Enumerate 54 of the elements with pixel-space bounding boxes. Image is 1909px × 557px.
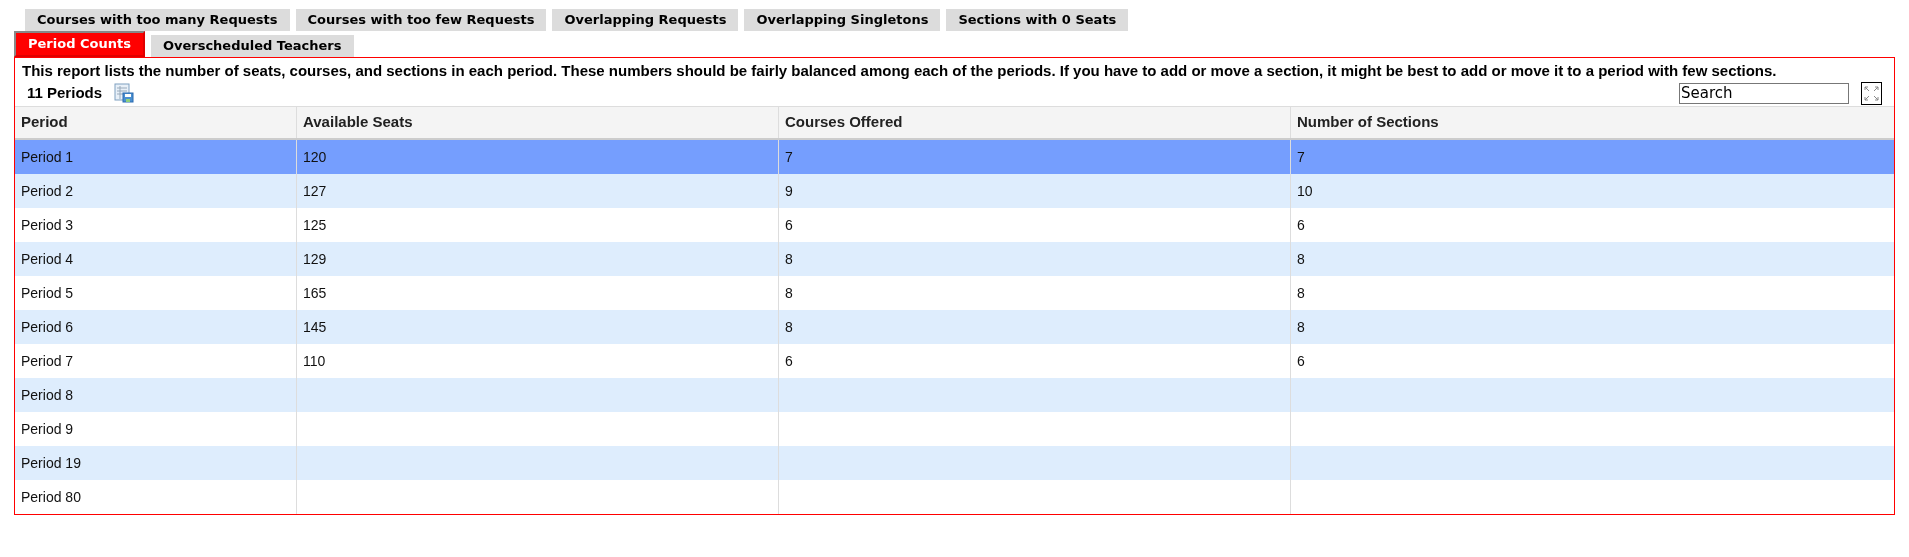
table-cell-text: Period 6: [21, 317, 74, 337]
table-row[interactable]: Period 1 120 7 7: [15, 140, 1894, 174]
table-row[interactable]: Period 6 145 8 8: [15, 310, 1894, 344]
period-count: 11 Periods: [27, 82, 103, 103]
table-cell-text: 8: [785, 249, 793, 269]
table-cell-text: 8: [1297, 249, 1305, 269]
table-row[interactable]: Period 4 129 8 8: [15, 242, 1894, 276]
report-tab[interactable]: Period Counts: [14, 31, 145, 57]
table-cell-text: 7: [785, 147, 793, 167]
report-tab[interactable]: Overlapping Requests: [552, 9, 739, 31]
table-cell-text: 8: [785, 283, 793, 303]
export-icon: [114, 83, 135, 103]
table-cell-text: 7: [1297, 147, 1305, 167]
table-row[interactable]: Period 19: [15, 446, 1894, 480]
table-cell-text: 120: [303, 147, 327, 167]
table-cell-text: Period 5: [21, 283, 74, 303]
table-cell-text: 145: [303, 317, 327, 337]
table-cell-text: 129: [303, 249, 327, 269]
column-header[interactable]: Number of Sections: [1291, 107, 1894, 138]
table-cell-text: 10: [1297, 181, 1313, 201]
table-cell-text: 127: [303, 181, 327, 201]
table-cell-text: 125: [303, 215, 327, 235]
table-cell-text: Period 9: [21, 419, 74, 439]
report-tab[interactable]: Overlapping Singletons: [744, 9, 941, 31]
table-cell-text: Period 8: [21, 385, 74, 405]
table-cell-text: 9: [785, 181, 793, 201]
column-header[interactable]: Period: [15, 107, 297, 138]
report-tab[interactable]: Sections with 0 Seats: [946, 9, 1129, 31]
expand-icon[interactable]: [1861, 81, 1882, 105]
table-cell-text: 6: [1297, 351, 1305, 371]
report-description: This report lists the number of seats, courses, and sections in each period. These numbers should be fairly balanced among each of the periods. If you have to add or move a section, it might be best to add or move it to a period with few sections.: [21, 61, 1778, 80]
table-row[interactable]: Period 2 127 9 10: [15, 174, 1894, 208]
table-cell-text: 6: [785, 215, 793, 235]
table-cell-text: Period 4: [21, 249, 74, 269]
table-row[interactable]: Period 8: [15, 378, 1894, 412]
table-cell-text: Period 1: [21, 147, 74, 167]
report-tab[interactable]: Courses with too many Requests: [25, 9, 290, 31]
table-cell-text: Period 3: [21, 215, 74, 235]
table-cell-text: 8: [785, 317, 793, 337]
table-cell-text: Period 19: [21, 453, 81, 473]
table-cell-text: Period 80: [21, 487, 81, 507]
report-tab[interactable]: Overscheduled Teachers: [150, 35, 354, 57]
table-cell-text: Period 2: [21, 181, 74, 201]
table-cell-text: 110: [303, 351, 326, 371]
table-cell-text: 6: [1297, 215, 1305, 235]
table-cell-text: 8: [1297, 317, 1305, 337]
column-header[interactable]: Courses Offered: [779, 107, 1291, 138]
report-tab[interactable]: Courses with too few Requests: [295, 9, 547, 31]
table-cell-text: 6: [785, 351, 793, 371]
column-header[interactable]: Available Seats: [297, 107, 779, 138]
table-cell-text: 165: [303, 283, 327, 303]
table-cell-text: 8: [1297, 283, 1305, 303]
table-cell-text: Period 7: [21, 351, 74, 371]
search-field[interactable]: Search: [1679, 82, 1849, 104]
